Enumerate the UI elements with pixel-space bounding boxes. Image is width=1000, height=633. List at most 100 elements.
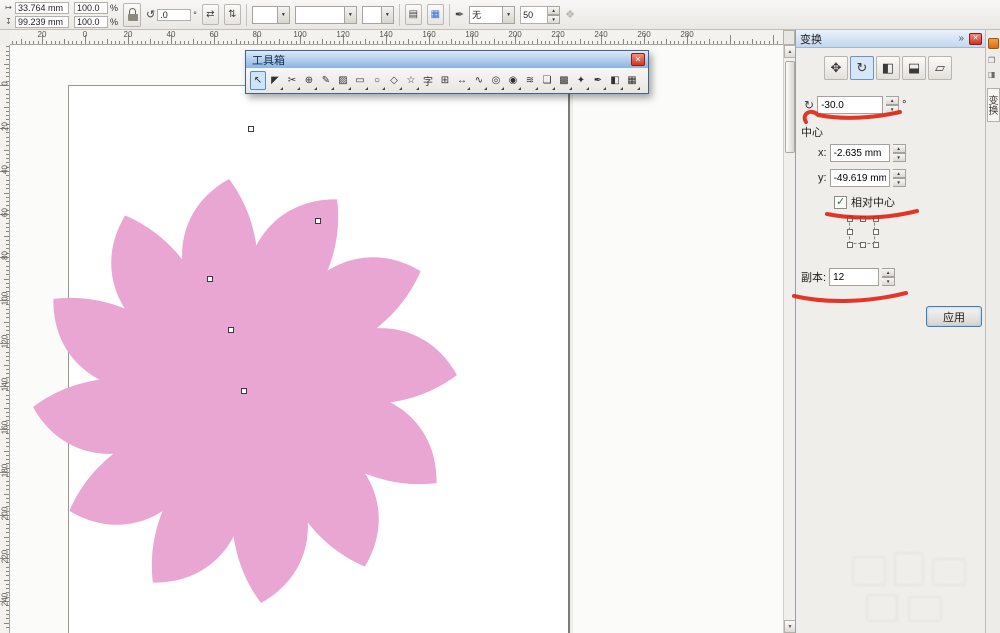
transparency-tool[interactable]: ▩	[556, 71, 572, 90]
close-icon[interactable]: ✕	[631, 53, 645, 66]
spin-down-icon[interactable]: ▼	[893, 178, 906, 187]
contour-tool[interactable]: ◉	[505, 71, 521, 90]
text-tool[interactable]: 字	[420, 71, 436, 90]
line-style-combo[interactable]: ▼	[295, 6, 357, 24]
canvas[interactable]	[10, 45, 783, 633]
app-icon	[988, 38, 999, 49]
ruler-origin-button[interactable]	[783, 30, 795, 45]
horizontal-ruler[interactable]: 2002040608010012014016018020022024026028…	[10, 30, 783, 45]
mirror-horizontal-button[interactable]: ⇄	[202, 4, 219, 25]
spin-up-icon[interactable]: ▲	[893, 144, 906, 153]
eyedropper-tool[interactable]: ✦	[573, 71, 589, 90]
selection-handle[interactable]	[228, 327, 234, 333]
anchor-point[interactable]	[873, 216, 879, 222]
table-tool[interactable]: ⊞	[437, 71, 453, 90]
docker-titlebar: 变换 » ✕	[796, 30, 986, 48]
nudge-field[interactable]: 50	[520, 6, 548, 24]
center-y-input[interactable]	[830, 169, 890, 187]
anchor-point[interactable]	[860, 216, 866, 222]
anchor-point[interactable]	[873, 229, 879, 235]
apply-button[interactable]: 应用	[926, 306, 982, 327]
close-icon[interactable]: ✕	[969, 33, 982, 45]
vertical-scrollbar[interactable]: ▲ ▼	[783, 45, 795, 633]
polygon-tool[interactable]: ◇	[386, 71, 402, 90]
shape-tool[interactable]: ◤	[267, 71, 283, 90]
distortion-tool[interactable]: ≋	[522, 71, 538, 90]
basic-shapes-tool[interactable]: ☆	[403, 71, 419, 90]
transform-tab-rotate[interactable]: ↻	[850, 56, 874, 80]
spin-up-icon[interactable]: ▲	[882, 268, 895, 277]
collapse-icon[interactable]: »	[958, 33, 964, 44]
pos-x-field[interactable]: 33.764 mm	[15, 2, 69, 14]
smart-fill-tool[interactable]: ▨	[335, 71, 351, 90]
selection-handle[interactable]	[315, 218, 321, 224]
angle-input[interactable]	[817, 96, 883, 114]
blend-tool[interactable]: ◎	[488, 71, 504, 90]
scrollbar-thumb[interactable]	[785, 61, 795, 153]
arrowhead-start-combo[interactable]: ▼	[252, 6, 290, 24]
center-x-input[interactable]	[830, 144, 890, 162]
flower-object[interactable]	[10, 131, 505, 633]
center-section-label: 中心	[801, 124, 823, 140]
spin-up-icon[interactable]: ▲	[893, 169, 906, 178]
spin-down-icon[interactable]: ▼	[548, 15, 560, 24]
copies-label: 副本:	[801, 269, 826, 285]
interactive-fill-tool[interactable]: ▦	[624, 71, 640, 90]
outline-width-combo[interactable]: 无 ▼	[469, 6, 515, 24]
transform-tab-size[interactable]: ⬓	[902, 56, 926, 80]
copies-input[interactable]	[829, 268, 879, 286]
wrap-text-button[interactable]: ▤	[405, 4, 422, 25]
transform-type-tabs: ✥↻◧⬓▱	[824, 56, 952, 80]
zoom-tool[interactable]: ⊕	[301, 71, 317, 90]
transform-tab-position[interactable]: ✥	[824, 56, 848, 80]
ruler-label: 120	[1, 334, 10, 350]
lock-ratio-button[interactable]	[123, 3, 141, 27]
mirror-horizontal-icon: ⇄	[206, 9, 214, 20]
ruler-label: 140	[1, 377, 10, 393]
anchor-point[interactable]	[860, 242, 866, 248]
spin-down-icon[interactable]: ▼	[893, 153, 906, 162]
scale-x-field[interactable]: 100.0	[74, 2, 108, 14]
docker-pin-icon[interactable]: ❐	[988, 56, 995, 65]
chevron-down-icon: ▼	[381, 7, 393, 23]
anchor-point[interactable]	[873, 242, 879, 248]
toolbox-titlebar[interactable]: 工具箱 ✕	[246, 51, 648, 68]
selection-handle[interactable]	[207, 276, 213, 282]
connector-tool[interactable]: ∿	[471, 71, 487, 90]
rectangle-tool[interactable]: ▭	[352, 71, 368, 90]
disabled-tool-icon: ❖	[565, 8, 575, 21]
anchor-point[interactable]	[847, 216, 853, 222]
ellipse-tool[interactable]: ○	[369, 71, 385, 90]
freehand-tool[interactable]: ✎	[318, 71, 334, 90]
rotation-angle-field[interactable]: .0	[157, 9, 191, 21]
selection-handle[interactable]	[248, 126, 254, 132]
vertical-ruler[interactable]: 20020406080100120140160180200220240	[0, 45, 10, 633]
anchor-point-grid[interactable]	[849, 218, 875, 244]
scale-y-field[interactable]: 100.0	[74, 16, 108, 28]
selection-handle[interactable]	[241, 388, 247, 394]
mirror-vertical-button[interactable]: ⇅	[224, 4, 241, 25]
docker-menu-icon[interactable]: ◨	[988, 70, 996, 79]
symbol-button[interactable]: ▦	[427, 4, 444, 25]
spin-up-icon[interactable]: ▲	[886, 96, 899, 105]
spin-up-icon[interactable]: ▲	[548, 6, 560, 15]
crop-tool[interactable]: ✂	[284, 71, 300, 90]
pos-y-field[interactable]: 99.239 mm	[15, 16, 69, 28]
anchor-point[interactable]	[847, 242, 853, 248]
transform-tab-scale-mirror[interactable]: ◧	[876, 56, 900, 80]
fill-tool[interactable]: ◧	[607, 71, 623, 90]
anchor-point[interactable]	[847, 229, 853, 235]
arrowhead-end-combo[interactable]: ▼	[362, 6, 394, 24]
outline-pen-tool[interactable]: ✒	[590, 71, 606, 90]
transform-tab-skew[interactable]: ▱	[928, 56, 952, 80]
docker-tab-transform[interactable]: 变换	[987, 88, 1000, 122]
relative-center-checkbox[interactable]: ✓	[834, 196, 847, 209]
spin-down-icon[interactable]: ▼	[886, 105, 899, 114]
dimension-tool[interactable]: ↔	[454, 71, 470, 90]
pick-tool[interactable]: ↖	[250, 71, 266, 90]
chevron-down-icon: ▼	[344, 7, 356, 23]
property-bar: ↦ 33.764 mm ↧ 99.239 mm 100.0 % 100.0 % …	[0, 0, 1000, 30]
drop-shadow-tool[interactable]: ❏	[539, 71, 555, 90]
spin-down-icon[interactable]: ▼	[882, 277, 895, 286]
ruler-label: 200	[1, 506, 10, 522]
